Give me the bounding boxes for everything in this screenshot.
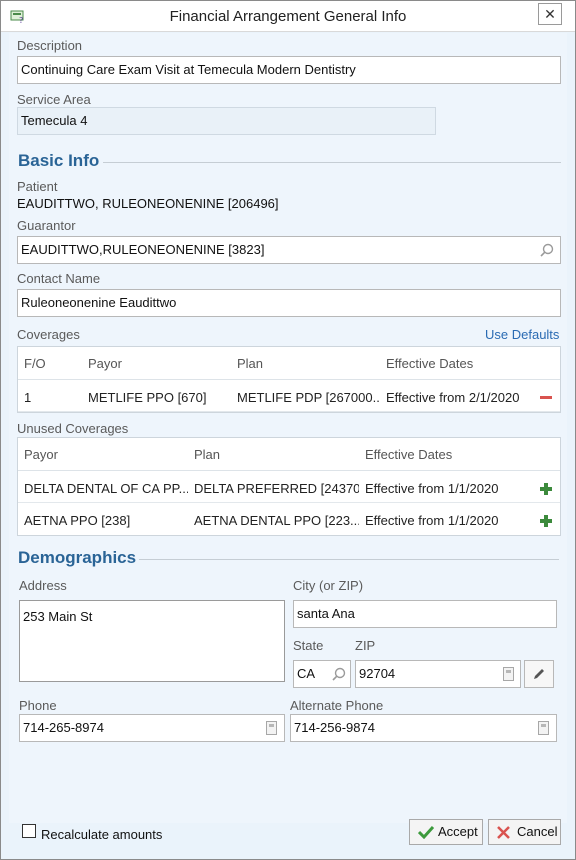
table-row[interactable]: 1 METLIFE PPO [670] METLIFE PDP [267000.… [18,381,560,412]
guarantor-field[interactable]: EAUDITTWO,RULEONEONENINE [3823] [17,236,561,264]
service-area-field: Temecula 4 [17,107,436,135]
address-field[interactable]: 253 Main St [19,600,285,682]
state-label: State [293,638,324,653]
demographics-heading: Demographics [18,548,137,567]
dialog-content: Description Continuing Care Exam Visit a… [9,33,567,823]
col-effective-dates: Effective Dates [386,356,474,371]
col-payor: Payor [24,447,58,462]
cancel-label: Cancel [517,824,558,839]
accept-button[interactable]: Accept [409,819,483,845]
use-defaults-link[interactable]: Use Defaults [485,327,559,342]
alt-phone-value: 714-256-9874 [294,720,375,735]
coverages-grid: F/O Payor Plan Effective Dates 1 METLIFE… [17,346,561,413]
recalculate-checkbox[interactable] [22,824,36,838]
guarantor-label: Guarantor [17,218,76,233]
address-label: Address [19,578,67,593]
dates-cell: Effective from 1/1/2020 [365,513,499,528]
col-payor: Payor [88,356,122,371]
alt-phone-field[interactable]: 714-256-9874 [290,714,557,742]
fo-cell: 1 [24,390,32,405]
alt-phone-label: Alternate Phone [290,698,384,713]
title-bar: ? Financial Arrangement General Info ✕ [1,1,575,32]
plus-icon[interactable] [540,483,552,495]
accept-label: Accept [438,824,478,839]
guarantor-value: EAUDITTWO,RULEONEONENINE [3823] [21,242,265,257]
calculator-icon [538,721,549,735]
demographics-divider [139,559,559,560]
table-row[interactable]: DELTA DENTAL OF CA PP... DELTA PREFERRED… [18,472,560,503]
description-field[interactable]: Continuing Care Exam Visit at Temecula M… [17,56,561,84]
phone-label: Phone [19,698,57,713]
description-label: Description [17,38,83,53]
col-effective-dates: Effective Dates [365,447,453,462]
zip-value: 92704 [359,666,396,681]
plan-cell: METLIFE PDP [267000... [237,390,379,405]
col-plan: Plan [237,356,264,371]
unused-coverages-grid: Payor Plan Effective Dates DELTA DENTAL … [17,437,561,536]
col-fo: F/O [24,356,46,371]
calculator-icon [503,667,514,681]
window-title: Financial Arrangement General Info [169,8,407,25]
close-icon: ✕ [544,6,556,22]
unused-coverages-label: Unused Coverages [17,421,129,436]
pencil-icon [534,669,544,679]
close-button[interactable]: ✕ [538,3,562,25]
check-icon [418,825,434,839]
coverages-label: Coverages [17,327,80,342]
cancel-button[interactable]: Cancel [488,819,561,845]
x-icon [497,826,510,839]
col-plan: Plan [194,447,221,462]
dates-cell: Effective from 1/1/2020 [365,481,499,496]
phone-value: 714-265-8974 [23,720,104,735]
contact-name-field[interactable]: Ruleoneonenine Eaudittwo [17,289,561,317]
zip-label: ZIP [355,638,376,653]
basic-info-heading: Basic Info [18,151,100,170]
minus-icon[interactable] [540,396,552,399]
state-field[interactable]: CA [293,660,351,688]
search-icon[interactable] [540,243,554,257]
recalculate-label: Recalculate amounts [41,827,163,842]
patient-value: EAUDITTWO, RULEONEONENINE [206496] [17,196,279,211]
state-value: CA [297,666,316,681]
zip-field[interactable]: 92704 [355,660,521,688]
patient-label: Patient [17,179,58,194]
plan-cell: DELTA PREFERRED [24370... [194,481,359,496]
city-label: City (or ZIP) [293,578,364,593]
contact-name-label: Contact Name [17,271,101,286]
payor-cell: METLIFE PPO [670] [88,390,207,405]
dates-cell: Effective from 2/1/2020 [386,390,520,405]
unused-header-row: Payor Plan Effective Dates [18,438,560,471]
service-area-label: Service Area [17,92,91,107]
phone-field[interactable]: 714-265-8974 [19,714,285,742]
plus-icon[interactable] [540,515,552,527]
edit-address-button[interactable] [524,660,554,688]
basic-info-divider [103,162,561,163]
payor-cell: DELTA DENTAL OF CA PP... [24,481,188,496]
dialog-window: ? Financial Arrangement General Info ✕ D… [0,0,576,860]
plan-cell: AETNA DENTAL PPO [223... [194,513,359,528]
coverages-header-row: F/O Payor Plan Effective Dates [18,347,560,380]
payor-cell: AETNA PPO [238] [24,513,131,528]
search-icon[interactable] [332,667,346,681]
table-row[interactable]: AETNA PPO [238] AETNA DENTAL PPO [223...… [18,504,560,535]
calculator-icon [266,721,277,735]
city-field[interactable]: santa Ana [293,600,557,628]
